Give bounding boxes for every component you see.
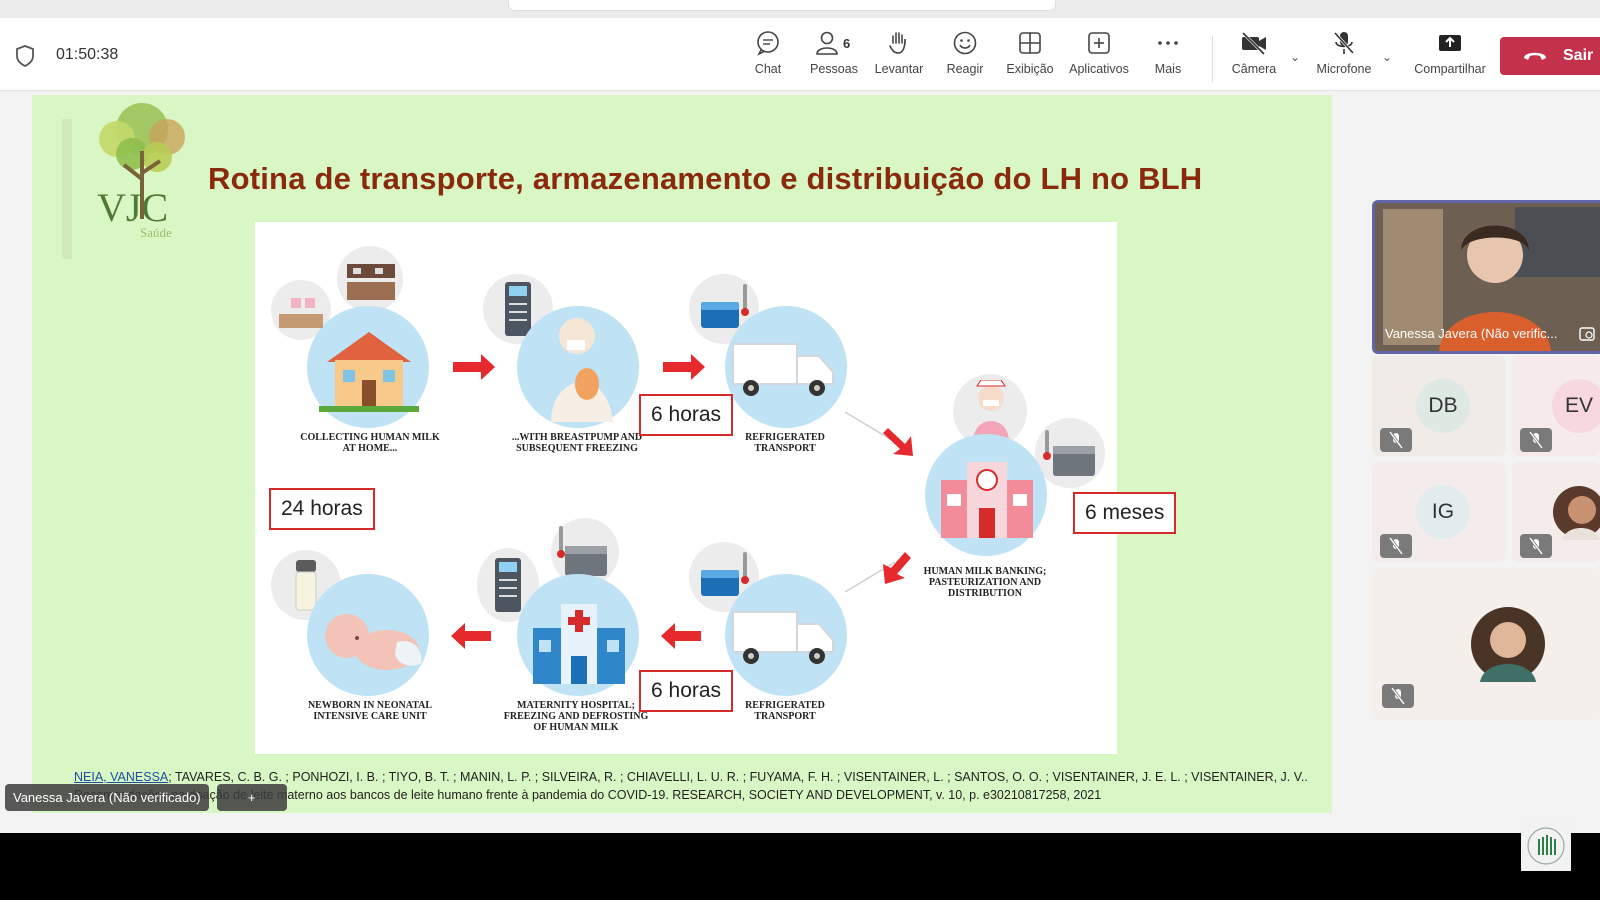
chat-button[interactable]: Chat [732, 30, 804, 86]
presenter-name-chip: Vanessa Javera (Não verificado) + [5, 784, 287, 811]
meeting-stage: VJC Saúde Rotina de transporte, armazena… [0, 91, 1600, 833]
duration-box-storage: 6 meses [1073, 492, 1177, 534]
leave-button[interactable]: Sair [1500, 37, 1600, 75]
muted-mic-icon [1382, 684, 1414, 708]
camera-options-chevron-icon[interactable]: ⌄ [1290, 50, 1300, 64]
apps-label: Aplicativos [1069, 62, 1129, 76]
expand-plus-icon[interactable]: + [216, 784, 287, 811]
react-button[interactable]: Reagir [929, 30, 1001, 86]
milk-flow-diagram: COLLECTING HUMAN MILK AT HOME... ...WITH… [255, 222, 1177, 754]
duration-box-newborn: 24 horas [269, 488, 375, 530]
ellipsis-icon [1158, 41, 1178, 45]
share-button[interactable]: Compartilhar [1410, 30, 1490, 86]
duration-box-bottom-transport: 6 horas [639, 670, 734, 712]
hand-icon [889, 32, 906, 54]
leave-label: Sair [1563, 47, 1594, 64]
view-label: Exibição [1006, 62, 1054, 76]
phone-hangup-icon [1524, 52, 1546, 60]
meeting-timer: 01:50:38 [56, 46, 119, 63]
camera-button[interactable]: Câmera [1218, 30, 1290, 86]
vjc-tree-logo: VJC Saúde [62, 103, 185, 259]
logo-text: VJC [97, 185, 168, 230]
muted-mic-icon [1380, 428, 1412, 452]
more-button[interactable]: Mais [1132, 30, 1204, 86]
add-app-icon [1088, 32, 1110, 54]
participant-tile-large[interactable] [1372, 568, 1600, 720]
toolbar-divider [1212, 36, 1213, 82]
people-button[interactable]: 6 Pessoas [798, 30, 870, 86]
mic-off-icon [1333, 31, 1355, 55]
react-label: Reagir [946, 62, 984, 76]
browser-strip [0, 0, 1600, 18]
participant-photo-avatar [1471, 607, 1545, 682]
active-speaker-tile[interactable]: Vanessa Javera (Não verific... [1372, 200, 1600, 354]
avatar-ig: IG [1416, 485, 1470, 539]
citation-author-link[interactable]: NEIA, VANESSA [74, 770, 168, 784]
people-label: Pessoas [810, 62, 858, 76]
camera-off-icon [1241, 31, 1266, 56]
participant-tile-ev[interactable]: EV [1512, 356, 1600, 456]
raise-hand-label: Levantar [874, 62, 924, 76]
participant-tile-db[interactable]: DB [1372, 356, 1506, 456]
chat-label: Chat [754, 62, 782, 76]
grid-icon [1019, 32, 1041, 54]
participant-tile-photo[interactable] [1512, 462, 1600, 562]
shield-icon [16, 45, 34, 68]
muted-mic-icon [1520, 534, 1552, 558]
share-label: Compartilhar [1414, 62, 1486, 76]
more-label: Mais [1154, 62, 1182, 76]
muted-mic-icon [1380, 534, 1412, 558]
avatar-db: DB [1416, 379, 1470, 433]
people-count: 6 [843, 36, 851, 51]
smiley-icon [953, 31, 977, 55]
muted-mic-icon [1520, 428, 1552, 452]
pin-icon[interactable] [1579, 327, 1595, 341]
duration-box-top-transport: 6 horas [639, 394, 734, 436]
mic-options-chevron-icon[interactable]: ⌄ [1382, 50, 1392, 64]
shared-slide: VJC Saúde Rotina de transporte, armazena… [32, 95, 1332, 813]
raise-hand-button[interactable]: Levantar [863, 30, 935, 86]
microphone-button[interactable]: Microfone [1308, 30, 1380, 86]
chat-icon [757, 31, 779, 56]
active-speaker-name: Vanessa Javera (Não verific... [1385, 326, 1558, 341]
meeting-toolbar: 01:50:38 Chat 6 Pessoas Levantar Reagir … [0, 18, 1600, 91]
apps-button[interactable]: Aplicativos [1063, 30, 1135, 86]
corner-emblem-logo [1521, 821, 1571, 871]
bottom-black-bar [0, 833, 1600, 900]
slide-title: Rotina de transporte, armazenamento e di… [208, 161, 1203, 196]
logo-subtext: Saúde [140, 225, 172, 240]
microphone-label: Microfone [1316, 62, 1372, 76]
url-bar[interactable] [508, 0, 1056, 11]
avatar-ev: EV [1552, 379, 1600, 433]
share-tray-icon [1439, 35, 1461, 51]
participant-tile-ig[interactable]: IG [1372, 462, 1506, 562]
camera-label: Câmera [1231, 62, 1277, 76]
view-button[interactable]: Exibição [994, 30, 1066, 86]
presenter-name: Vanessa Javera (Não verificado) [13, 790, 201, 805]
citation-authors: ; TAVARES, C. B. G. ; PONHOZI, I. B. ; T… [168, 770, 1308, 784]
participant-photo-avatar [1553, 486, 1600, 540]
